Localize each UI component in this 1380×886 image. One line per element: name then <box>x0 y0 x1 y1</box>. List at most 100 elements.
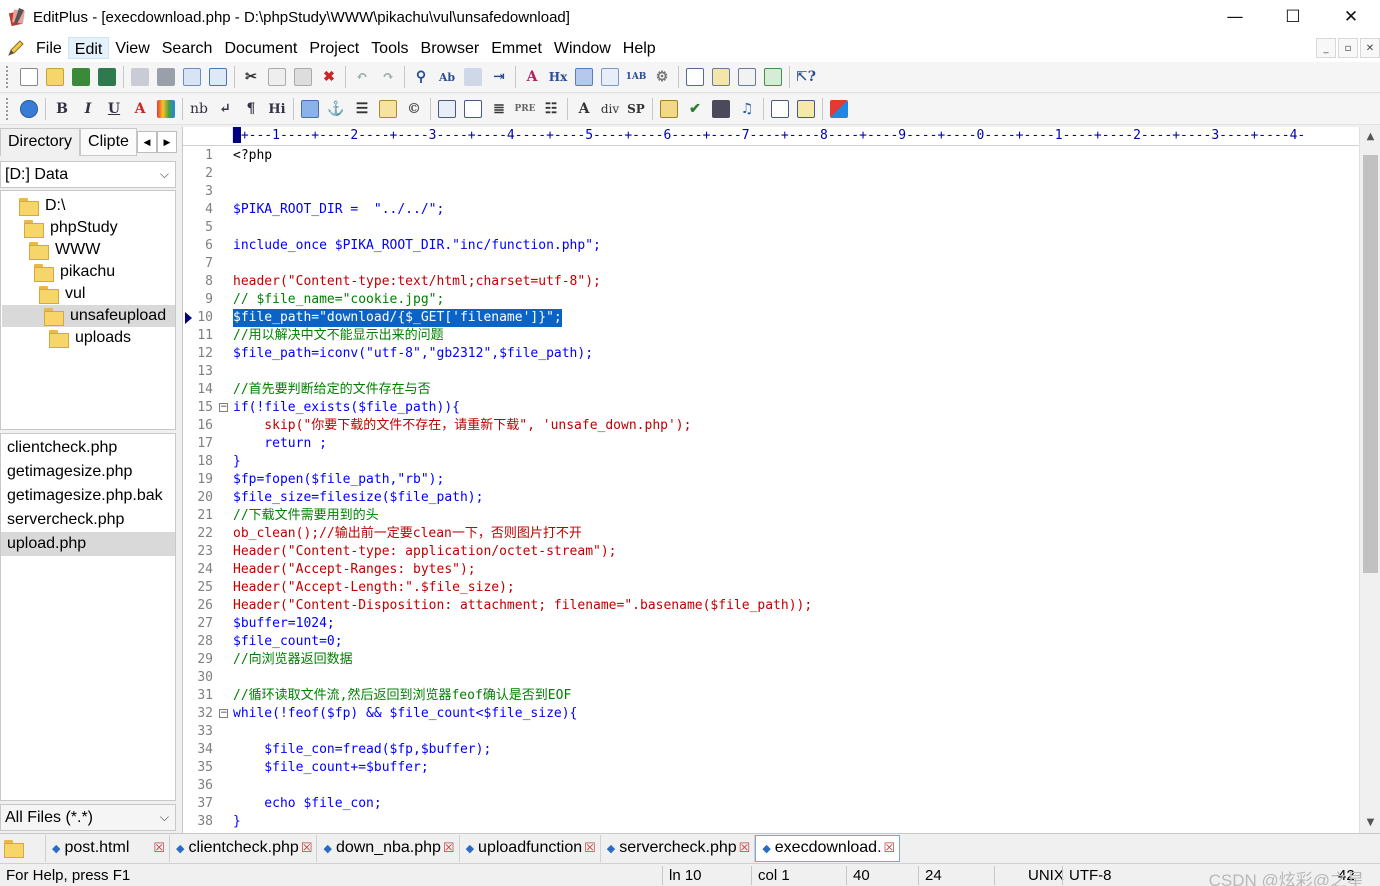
new-file-icon[interactable] <box>16 65 42 89</box>
tree-node-phpstudy[interactable]: phpStudy <box>24 217 118 239</box>
ruler-icon[interactable]: 1AB <box>623 65 649 89</box>
file-item[interactable]: clientcheck.php <box>1 436 175 460</box>
pre-icon[interactable]: PRE <box>512 97 538 121</box>
span-icon[interactable]: SP <box>623 97 649 121</box>
line-break-icon[interactable]: ↵ <box>212 97 238 121</box>
undo-icon[interactable]: ↶ <box>349 65 375 89</box>
image-icon[interactable] <box>297 97 323 121</box>
doc-tab[interactable]: ◆ clientcheck.php ☒ <box>170 834 318 862</box>
menu-document[interactable]: Document <box>218 37 303 59</box>
tree-node-pikachu[interactable]: pikachu <box>34 261 115 283</box>
validate-check-icon[interactable]: ✔ <box>682 97 708 121</box>
find-icon[interactable]: ⚲ <box>408 65 434 89</box>
tree-node-www[interactable]: WWW <box>29 239 100 261</box>
edit-html-icon[interactable] <box>656 97 682 121</box>
tab-close-icon[interactable]: ☒ <box>301 840 313 856</box>
special-char-icon[interactable]: © <box>401 97 427 121</box>
tab-scroll-left-icon[interactable]: ◀ <box>136 131 157 153</box>
delete-icon[interactable]: ✖ <box>316 65 342 89</box>
directory-window-icon[interactable] <box>708 65 734 89</box>
menu-project[interactable]: Project <box>303 37 365 59</box>
form-icon[interactable] <box>460 97 486 121</box>
redo-icon[interactable]: ↷ <box>375 65 401 89</box>
tab-close-icon[interactable]: ☒ <box>443 840 455 856</box>
doc-tab[interactable]: ◆ down_nba.php ☒ <box>317 834 460 862</box>
fold-toggle-icon[interactable]: − <box>219 709 228 718</box>
layout-icon[interactable] <box>793 97 819 121</box>
bold-icon[interactable]: B <box>49 97 75 121</box>
tab-close-icon[interactable]: ☒ <box>739 840 751 856</box>
vertical-scrollbar[interactable]: ▲ ▼ <box>1359 127 1380 833</box>
menu-view[interactable]: View <box>109 37 155 59</box>
code-area[interactable]: <?php $PIKA_ROOT_DIR = "../../"; include_o… <box>233 147 1359 833</box>
word-wrap-icon[interactable] <box>571 65 597 89</box>
tab-close-icon[interactable]: ☒ <box>153 840 165 856</box>
panel-toggle-icon[interactable] <box>682 65 708 89</box>
copy-icon[interactable] <box>264 65 290 89</box>
find-in-files-icon[interactable] <box>460 65 486 89</box>
tree-node-vul[interactable]: vul <box>39 283 85 305</box>
toolbar-grip[interactable] <box>6 98 10 120</box>
doc-tab[interactable]: ◆ post.html ☒ <box>46 834 171 862</box>
tab-close-icon[interactable]: ☒ <box>584 840 596 856</box>
tree-node-d-drive[interactable]: D:\ <box>19 195 65 217</box>
table-icon[interactable] <box>434 97 460 121</box>
file-filter-select[interactable]: All Files (*.*) ⌵ <box>0 804 176 831</box>
comment-icon[interactable] <box>375 97 401 121</box>
cut-icon[interactable]: ✂ <box>238 65 264 89</box>
menu-help[interactable]: Help <box>617 37 662 59</box>
font-size-icon[interactable]: A <box>519 65 545 89</box>
tab-cliptext[interactable]: Clipte <box>80 128 137 156</box>
print-icon[interactable] <box>153 65 179 89</box>
mdi-close-button[interactable]: ✕ <box>1360 38 1380 58</box>
drive-select[interactable]: [D:] Data ⌵ <box>0 161 176 188</box>
html-preview-icon[interactable] <box>205 65 231 89</box>
doc-tab[interactable]: ◆ uploadfunction ☒ <box>460 834 601 862</box>
mdi-minimize-button[interactable]: _ <box>1316 38 1336 58</box>
tab-directory[interactable]: Directory <box>0 128 81 156</box>
list-icon[interactable]: ☷ <box>538 97 564 121</box>
center-icon[interactable]: ≣ <box>486 97 512 121</box>
replace-icon[interactable]: Ab <box>434 65 460 89</box>
toolbar-grip[interactable] <box>6 66 10 88</box>
italic-icon[interactable]: I <box>75 97 101 121</box>
color-palette-icon[interactable] <box>153 97 179 121</box>
minimize-button[interactable]: — <box>1206 0 1264 34</box>
tab-list-folder-icon[interactable] <box>0 834 46 862</box>
doc-tab-active[interactable]: ◆ execdownload. ☒ <box>755 834 901 862</box>
heading-icon[interactable]: Hi <box>264 97 290 121</box>
close-button[interactable]: ✕ <box>1322 0 1380 34</box>
print-preview-icon[interactable] <box>127 65 153 89</box>
file-item-selected[interactable]: upload.php <box>1 532 175 556</box>
underline-icon[interactable]: U <box>101 97 127 121</box>
file-item[interactable]: servercheck.php <box>1 508 175 532</box>
scrollbar-thumb[interactable] <box>1363 155 1378 573</box>
save-all-icon[interactable] <box>94 65 120 89</box>
anchor-icon[interactable]: ⚓ <box>323 97 349 121</box>
nbsp-icon[interactable]: nb <box>186 97 212 121</box>
tab-close-icon[interactable]: ☒ <box>884 840 896 856</box>
doc-tab[interactable]: ◆ servercheck.php ☒ <box>601 834 756 862</box>
open-folder-icon[interactable] <box>42 65 68 89</box>
menu-emmet[interactable]: Emmet <box>485 37 548 59</box>
music-icon[interactable]: ♫ <box>734 97 760 121</box>
div-icon[interactable]: div <box>597 97 623 121</box>
tab-scroll-right-icon[interactable]: ▶ <box>156 131 177 153</box>
tree-node-uploads[interactable]: uploads <box>49 327 131 349</box>
menu-tools[interactable]: Tools <box>365 37 414 59</box>
horizontal-rule-icon[interactable]: ☰ <box>349 97 375 121</box>
spellcheck-icon[interactable] <box>179 65 205 89</box>
frame-icon[interactable] <box>767 97 793 121</box>
line-number-icon[interactable] <box>597 65 623 89</box>
menu-window[interactable]: Window <box>548 37 617 59</box>
code-editor[interactable]: █+---1----+----2----+----3----+----4----… <box>182 127 1380 833</box>
scroll-up-icon[interactable]: ▲ <box>1360 127 1380 145</box>
menu-edit[interactable]: Edit <box>67 37 110 59</box>
browser-globe-icon[interactable] <box>16 97 42 121</box>
goto-line-icon[interactable]: ⇥ <box>486 65 512 89</box>
paste-icon[interactable] <box>290 65 316 89</box>
output-window-icon[interactable] <box>760 65 786 89</box>
font-color-icon[interactable]: A <box>127 97 153 121</box>
hx-icon[interactable]: Hx <box>545 65 571 89</box>
scroll-down-icon[interactable]: ▼ <box>1360 813 1380 831</box>
